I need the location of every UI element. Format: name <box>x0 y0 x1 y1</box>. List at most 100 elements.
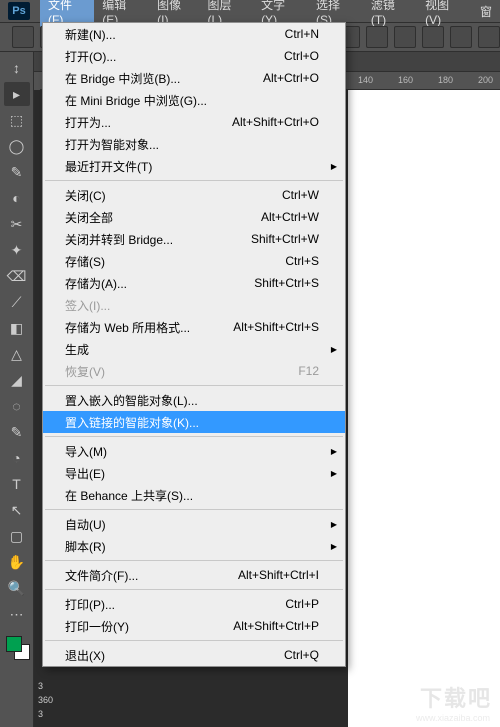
menu-item[interactable]: 存储为(A)...Shift+Ctrl+S <box>43 272 345 294</box>
menu-item[interactable]: 最近打开文件(T) <box>43 155 345 177</box>
menu-separator <box>45 560 343 561</box>
menu-item[interactable]: 打开(O)... Ctrl+O <box>43 45 345 67</box>
menu-item[interactable]: 在 Bridge 中浏览(B)... Alt+Ctrl+O <box>43 67 345 89</box>
hand-tool-icon[interactable]: ✋ <box>4 550 30 574</box>
menu-item-label: 签入(I)... <box>65 297 110 314</box>
fg-bg-swatch[interactable] <box>4 634 30 660</box>
menu-item-shortcut: Alt+Shift+Ctrl+S <box>233 320 319 334</box>
ruler-tick: 160 <box>398 75 413 85</box>
gradient-tool-icon[interactable]: ◢ <box>4 368 30 392</box>
options-tool-icon[interactable] <box>12 26 34 48</box>
menu-item[interactable]: 生成 <box>43 338 345 360</box>
menu-item-shortcut: Alt+Shift+Ctrl+I <box>238 568 319 582</box>
history-brush-icon[interactable]: ◧ <box>4 316 30 340</box>
blur-tool-icon[interactable]: ◌ <box>4 394 30 418</box>
path-tool-icon[interactable]: ↖ <box>4 498 30 522</box>
menu-item[interactable]: 自动(U) <box>43 513 345 535</box>
menu-item[interactable]: 新建(N)...Ctrl+N <box>43 23 345 45</box>
menu-item[interactable]: 导入(M) <box>43 440 345 462</box>
menu-item[interactable]: 置入链接的智能对象(K)... <box>43 411 345 433</box>
menu-item-label: 打开为... <box>65 114 111 131</box>
canvas[interactable] <box>348 90 500 727</box>
menu-item-shortcut: Alt+Ctrl+O <box>263 71 319 85</box>
menu-item-label: 生成 <box>65 341 89 358</box>
file-menu-dropdown: 新建(N)...Ctrl+N 打开(O)... Ctrl+O 在 Bridge 中浏览… <box>42 22 346 667</box>
menu-item[interactable]: 关闭(C) Ctrl+W <box>43 184 345 206</box>
menu-separator <box>45 180 343 181</box>
menu-item-label: 置入嵌入的智能对象(L)... <box>65 392 198 409</box>
menu-separator <box>45 436 343 437</box>
menu-item[interactable]: 导出(E) <box>43 462 345 484</box>
align-icon-2[interactable] <box>366 26 388 48</box>
stamp-tool-icon[interactable]: ⟋ <box>4 290 30 314</box>
zoom-tool-icon[interactable]: 🔍 <box>4 576 30 600</box>
menu-item-shortcut: Ctrl+O <box>284 49 319 63</box>
menu-item-label: 导出(E) <box>65 465 105 482</box>
menu-item[interactable]: 置入嵌入的智能对象(L)... <box>43 389 345 411</box>
menu-item-label: 新建(N)... <box>65 26 116 43</box>
tools-panel: ↕ ▸ ⬚ ◯ ✎ ◐ ✂ ✦ ⌫ ⟋ ◧ △ ◢ ◌ ✎ ◔ T ↖ ▢ ✋ … <box>0 52 34 727</box>
expand-icon[interactable]: ↕ <box>4 56 30 80</box>
dodge-tool-icon[interactable]: ✎ <box>4 420 30 444</box>
menu-item[interactable]: 关闭并转到 Bridge... Shift+Ctrl+W <box>43 228 345 250</box>
menu-item[interactable]: 打开为...Alt+Shift+Ctrl+O <box>43 111 345 133</box>
menu-item-label: 关闭(C) <box>65 187 106 204</box>
type-tool-icon[interactable]: T <box>4 472 30 496</box>
menu-item-shortcut: Ctrl+Q <box>284 648 319 662</box>
menu-separator <box>45 385 343 386</box>
ruler-tick: 200 <box>478 75 493 85</box>
more-tools-icon[interactable]: ⋯ <box>4 602 30 626</box>
menu-item[interactable]: 存储为 Web 所用格式... Alt+Shift+Ctrl+S <box>43 316 345 338</box>
eraser-tool-icon[interactable]: △ <box>4 342 30 366</box>
menu-item-label: 恢复(V) <box>65 363 105 380</box>
align-icon-6[interactable] <box>478 26 500 48</box>
align-icon-5[interactable] <box>450 26 472 48</box>
menu-item-label: 导入(M) <box>65 443 107 460</box>
menu-item-label: 打印(P)... <box>65 596 115 613</box>
ps-logo: Ps <box>8 2 30 20</box>
crop-tool-icon[interactable]: ◐ <box>4 186 30 210</box>
menu-item-label: 置入链接的智能对象(K)... <box>65 414 199 431</box>
shape-tool-icon[interactable]: ▢ <box>4 524 30 548</box>
menu-item-label: 打印一份(Y) <box>65 618 129 635</box>
pen-tool-icon[interactable]: ◔ <box>4 446 30 470</box>
menu-item[interactable]: 退出(X)Ctrl+Q <box>43 644 345 666</box>
move-tool-icon[interactable]: ▸ <box>4 82 30 106</box>
align-icon-3[interactable] <box>394 26 416 48</box>
menu-item[interactable]: 在 Behance 上共享(S)... <box>43 484 345 506</box>
menu-item-label: 存储为 Web 所用格式... <box>65 319 190 336</box>
eyedropper-tool-icon[interactable]: ✂ <box>4 212 30 236</box>
align-icon-4[interactable] <box>422 26 444 48</box>
fg-color[interactable] <box>6 636 22 652</box>
wand-tool-icon[interactable]: ✎ <box>4 160 30 184</box>
menu-item-label: 脚本(R) <box>65 538 106 555</box>
menu-item[interactable]: 脚本(R) <box>43 535 345 557</box>
menu-item-label: 关闭并转到 Bridge... <box>65 231 173 248</box>
menu-item-shortcut: Shift+Ctrl+W <box>251 232 319 246</box>
watermark-url: www.xiazaiba.com <box>416 713 490 723</box>
menu-item[interactable]: 存储(S)Ctrl+S <box>43 250 345 272</box>
ruler-tick: 140 <box>358 75 373 85</box>
brush-tool-icon[interactable]: ⌫ <box>4 264 30 288</box>
menu-item[interactable]: 关闭全部Alt+Ctrl+W <box>43 206 345 228</box>
menu-separator <box>45 640 343 641</box>
menu-item-label: 打开(O)... <box>65 48 116 65</box>
marquee-tool-icon[interactable]: ⬚ <box>4 108 30 132</box>
menu-item[interactable]: 文件简介(F)... Alt+Shift+Ctrl+I <box>43 564 345 586</box>
status-numbers: 3 360 3 <box>38 679 53 721</box>
menu-item[interactable]: 打印一份(Y)Alt+Shift+Ctrl+P <box>43 615 345 637</box>
healing-tool-icon[interactable]: ✦ <box>4 238 30 262</box>
menubar: 文件(F) 编辑(E) 图像(I) 图层(L) 文字(Y) 选择(S) 滤镜(T… <box>0 0 500 22</box>
menu-item[interactable]: 打开为智能对象... <box>43 133 345 155</box>
menu-item-shortcut: F12 <box>298 364 319 378</box>
menu-item-shortcut: Ctrl+W <box>282 188 319 202</box>
menu-item[interactable]: 打印(P)...Ctrl+P <box>43 593 345 615</box>
menu-separator <box>45 509 343 510</box>
menu-window[interactable]: 窗 <box>472 0 500 23</box>
menu-item-label: 在 Bridge 中浏览(B)... <box>65 70 180 87</box>
menu-item[interactable]: 在 Mini Bridge 中浏览(G)... <box>43 89 345 111</box>
lasso-tool-icon[interactable]: ◯ <box>4 134 30 158</box>
menu-item: 签入(I)... <box>43 294 345 316</box>
menu-item-label: 最近打开文件(T) <box>65 158 152 175</box>
menu-item-label: 文件简介(F)... <box>65 567 138 584</box>
